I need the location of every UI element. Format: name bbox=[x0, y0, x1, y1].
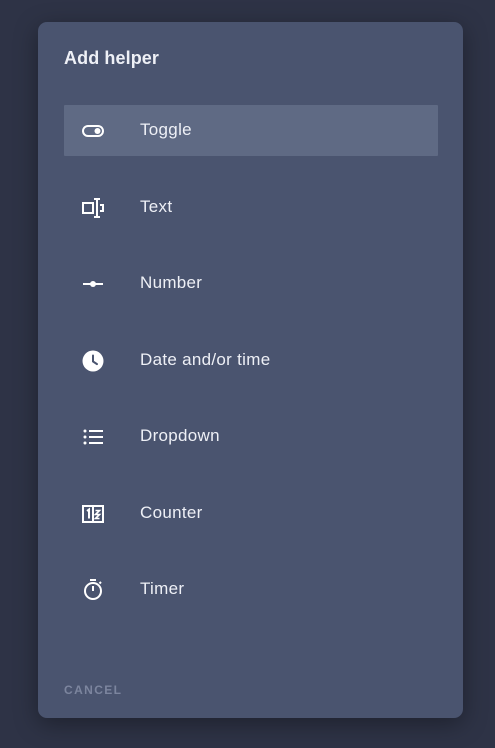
slider-icon bbox=[81, 272, 105, 296]
helper-item-label: Toggle bbox=[140, 120, 192, 139]
helper-item-label: Text bbox=[140, 196, 173, 216]
helper-item-date-time[interactable]: Date and/or time bbox=[64, 335, 438, 386]
list-icon bbox=[81, 425, 105, 449]
timer-icon bbox=[81, 578, 105, 602]
dialog-title: Add helper bbox=[64, 48, 160, 68]
helper-item-label: Date and/or time bbox=[140, 349, 271, 369]
helper-item-text[interactable]: Text bbox=[64, 182, 438, 233]
counter-icon bbox=[81, 502, 105, 526]
text-cursor-icon bbox=[81, 196, 105, 220]
helper-item-timer[interactable]: Timer bbox=[64, 564, 438, 615]
helper-item-label: Dropdown bbox=[140, 426, 220, 445]
clock-icon bbox=[81, 349, 105, 373]
helper-item-label: Timer bbox=[140, 579, 185, 598]
helper-item-counter[interactable]: Counter bbox=[64, 488, 438, 539]
toggle-switch-icon bbox=[81, 119, 105, 143]
helper-item-label: Number bbox=[140, 273, 203, 292]
helper-type-list: Toggle Text Number Date and/or time Drop… bbox=[64, 105, 438, 641]
cancel-button[interactable]: CANCEL bbox=[64, 683, 122, 697]
helper-item-number[interactable]: Number bbox=[64, 258, 438, 309]
helper-item-label: Counter bbox=[140, 502, 203, 522]
add-helper-dialog: Add helper Toggle Text Number Date and/o… bbox=[38, 22, 463, 718]
helper-item-toggle[interactable]: Toggle bbox=[64, 105, 438, 156]
helper-item-dropdown[interactable]: Dropdown bbox=[64, 411, 438, 462]
